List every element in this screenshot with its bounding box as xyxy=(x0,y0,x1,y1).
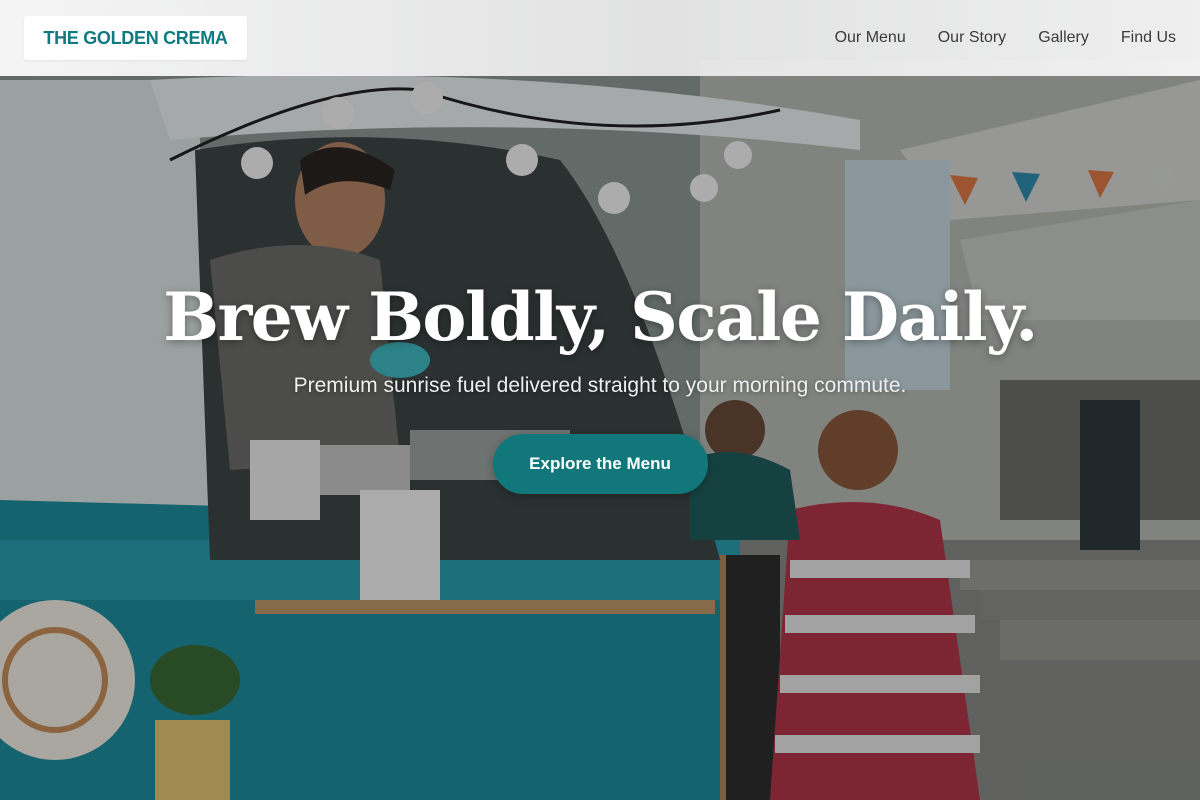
nav-link-our-menu[interactable]: Our Menu xyxy=(835,29,906,47)
nav-link-gallery[interactable]: Gallery xyxy=(1038,29,1089,47)
top-navbar: THE GOLDEN CREMA Our Menu Our Story Gall… xyxy=(0,0,1200,76)
hero-subtitle: Premium sunrise fuel delivered straight … xyxy=(293,374,907,397)
hero-title: Brew Boldly, Scale Daily. xyxy=(163,278,1038,356)
hero-content: Brew Boldly, Scale Daily. Premium sunris… xyxy=(0,276,1200,494)
main-nav: Our Menu Our Story Gallery Find Us xyxy=(835,29,1176,47)
hero-section: Brew Boldly, Scale Daily. Premium sunris… xyxy=(0,0,1200,800)
explore-menu-button[interactable]: Explore the Menu xyxy=(492,434,708,494)
nav-link-find-us[interactable]: Find Us xyxy=(1121,29,1176,47)
brand-logo[interactable]: THE GOLDEN CREMA xyxy=(24,16,247,60)
nav-link-our-story[interactable]: Our Story xyxy=(938,29,1006,47)
